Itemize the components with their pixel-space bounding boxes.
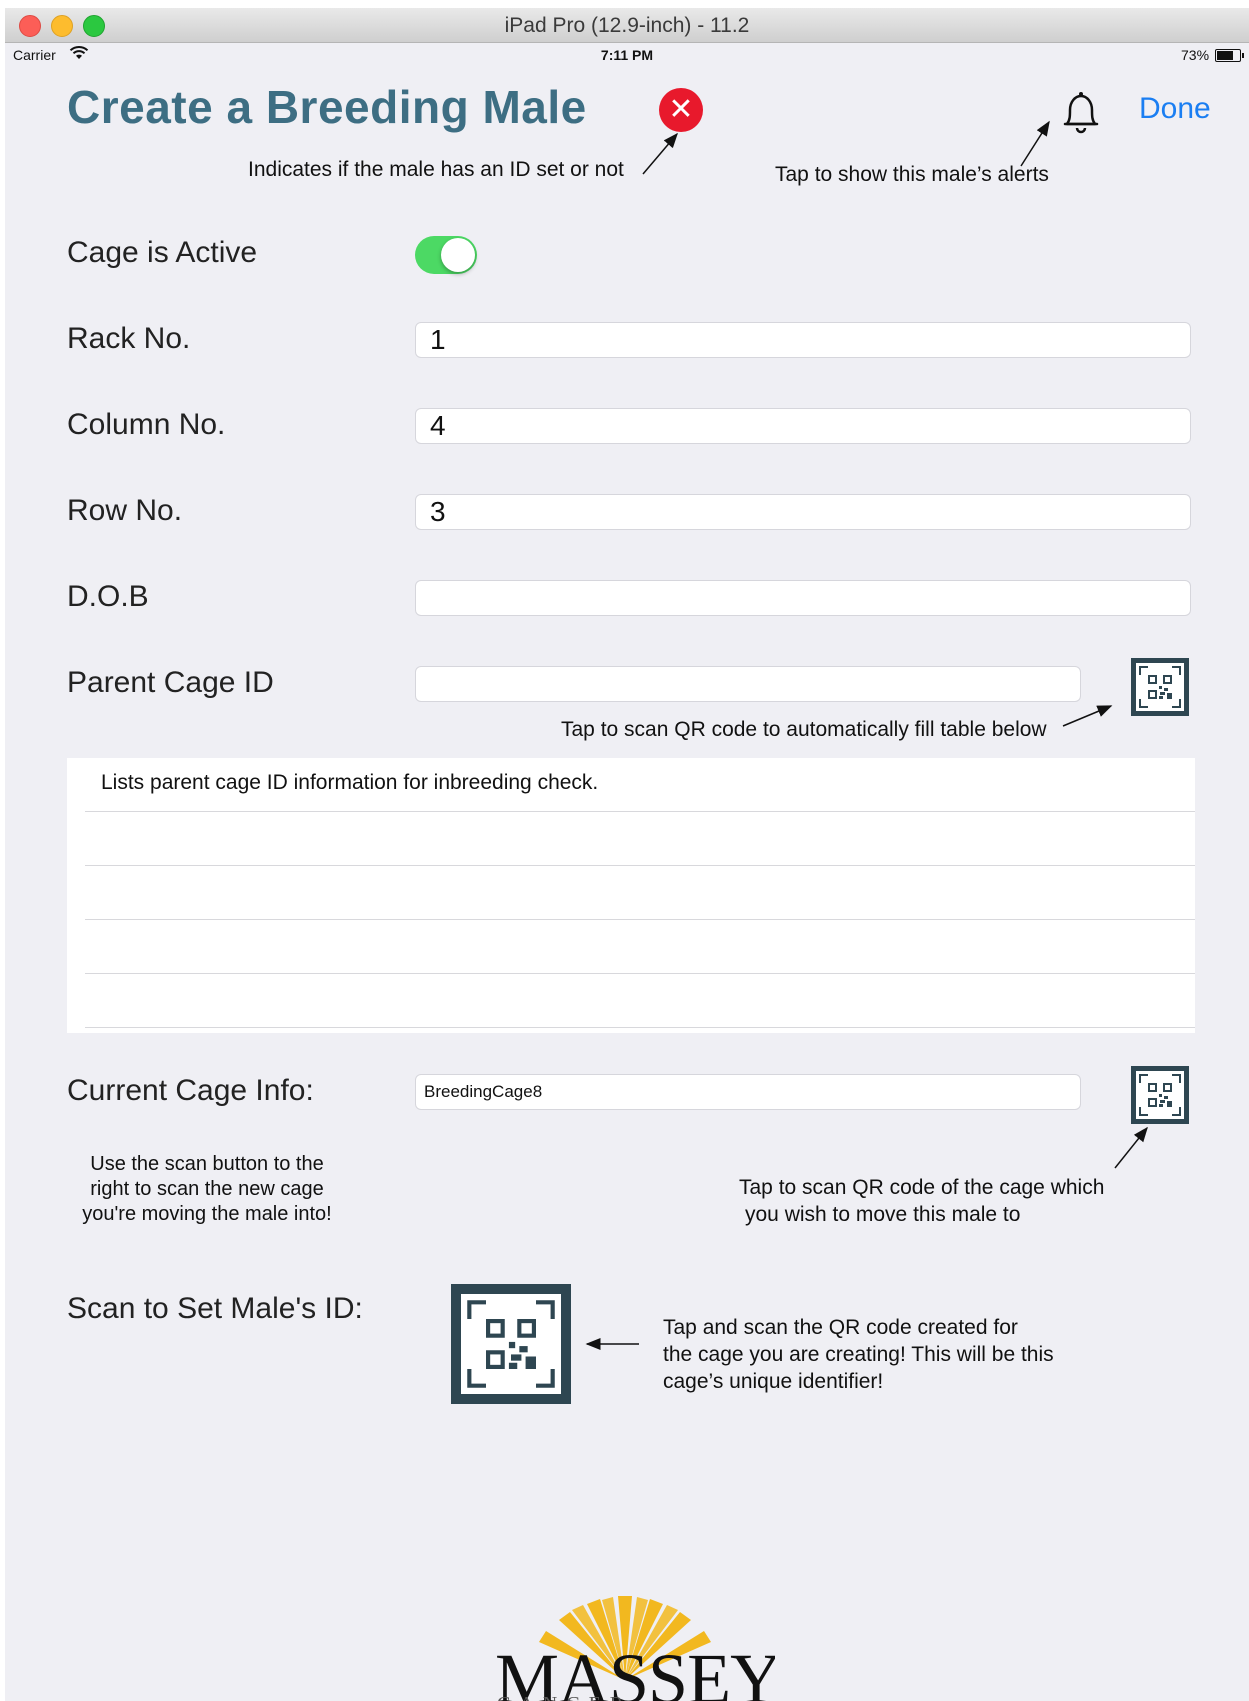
current-scan-button[interactable] xyxy=(1131,1066,1189,1124)
column-label: Column No. xyxy=(67,408,226,441)
table-row[interactable] xyxy=(85,974,1195,1028)
table-row[interactable] xyxy=(85,866,1195,920)
current-cage-help: Use the scan button to the right to scan… xyxy=(67,1152,347,1227)
row-input[interactable] xyxy=(415,494,1191,530)
id-status-note: Indicates if the male has an ID set or n… xyxy=(248,158,624,181)
male-id-scan-button[interactable] xyxy=(451,1284,571,1404)
cage-active-toggle[interactable] xyxy=(415,236,477,274)
male-id-note: Tap and scan the QR code created for the… xyxy=(663,1314,1054,1395)
parent-cage-table: Lists parent cage ID information for inb… xyxy=(67,758,1195,1033)
alerts-note: Tap to show this male’s alerts xyxy=(775,163,1049,186)
rack-label: Rack No. xyxy=(67,322,191,355)
note-line: you wish to move this male to xyxy=(745,1203,1021,1226)
table-row[interactable] xyxy=(85,920,1195,974)
note-line: Tap and scan the QR code created for xyxy=(663,1316,1018,1339)
parent-cage-input[interactable] xyxy=(415,666,1081,702)
note-line: Tap to scan QR code of the cage which xyxy=(739,1176,1105,1199)
parent-cage-label: Parent Cage ID xyxy=(67,666,274,699)
qr-code-icon xyxy=(467,1300,555,1388)
column-input[interactable] xyxy=(415,408,1191,444)
cage-active-label: Cage is Active xyxy=(67,236,258,269)
table-row[interactable]: Lists parent cage ID information for inb… xyxy=(85,758,1195,812)
qr-code-icon xyxy=(1139,666,1181,708)
toggle-knob xyxy=(441,238,475,272)
help-line: right to scan the new cage xyxy=(90,1178,324,1200)
logo-subtitle: CANCER CENTER xyxy=(497,1693,775,1701)
table-row-text: Lists parent cage ID information for inb… xyxy=(101,771,599,794)
parent-scan-button[interactable] xyxy=(1131,658,1189,716)
rack-input[interactable] xyxy=(415,322,1191,358)
dob-input[interactable] xyxy=(415,580,1191,616)
current-cage-input[interactable] xyxy=(415,1074,1081,1110)
row-label: Row No. xyxy=(67,494,183,527)
dob-label: D.O.B xyxy=(67,580,149,613)
table-row[interactable] xyxy=(85,812,1195,866)
male-id-label: Scan to Set Male's ID: xyxy=(67,1292,363,1325)
note-line: cage’s unique identifier! xyxy=(663,1370,884,1393)
parent-scan-note: Tap to scan QR code to automatically fil… xyxy=(561,718,1047,741)
logo-wordmark: MASSEY xyxy=(495,1639,775,1701)
current-scan-note: Tap to scan QR code of the cage which yo… xyxy=(739,1174,1104,1228)
note-line: the cage you are creating! This will be … xyxy=(663,1343,1054,1366)
qr-code-icon xyxy=(1139,1074,1181,1116)
current-cage-label: Current Cage Info: xyxy=(67,1074,314,1107)
simulator-window: iPad Pro (12.9-inch) - 11.2 Carrier 7:11… xyxy=(5,8,1249,1701)
help-line: you're moving the male into! xyxy=(82,1203,332,1225)
help-line: Use the scan button to the xyxy=(90,1153,324,1175)
massey-logo: MASSEY CANCER CENTER xyxy=(475,1588,775,1701)
